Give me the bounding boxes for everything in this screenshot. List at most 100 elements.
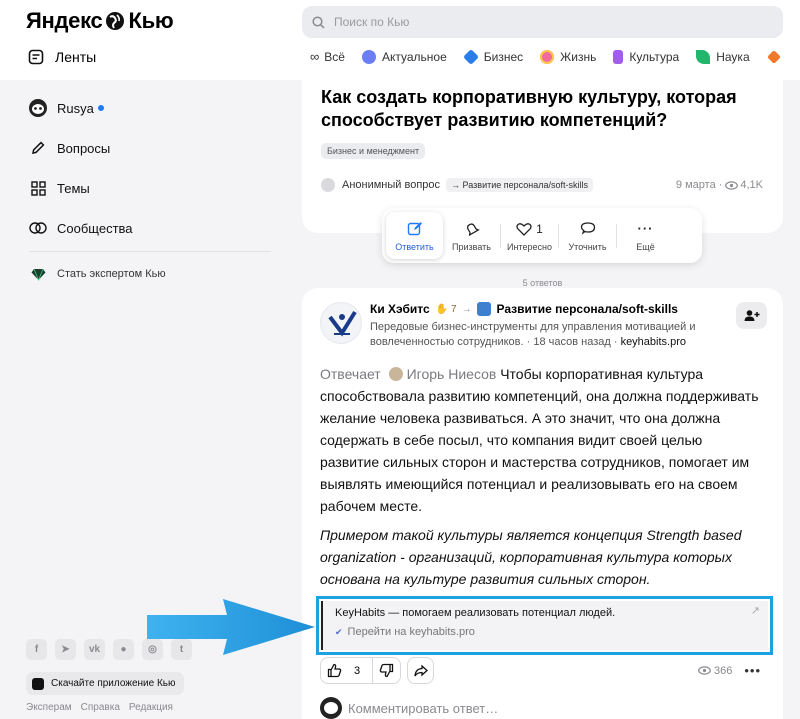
author-site-link[interactable]: keyhabits.pro	[621, 336, 686, 348]
promo-block[interactable]: KeyHabits — помогаем реализовать потенци…	[321, 601, 768, 650]
notification-dot	[97, 105, 104, 111]
become-expert-link[interactable]: Стать экспертом Кью	[29, 265, 166, 283]
question-topic-chip[interactable]: → Развитие персонала/soft-skills	[446, 178, 593, 192]
interesting-count: 1	[536, 221, 543, 236]
sidebar-item-label: Темы	[57, 180, 90, 196]
promo-link[interactable]: ✔ Перейти на keyhabits.pro	[335, 626, 475, 638]
answer-time: · 18 часов назад ·	[526, 336, 618, 348]
user-name: Rusya	[57, 100, 94, 116]
search-bar[interactable]	[302, 6, 783, 38]
question-actions-bar: Ответить Призвать 1 Интересно Уточнить ·…	[382, 208, 702, 263]
footer-link-editorial[interactable]: Редакция	[129, 702, 173, 713]
feed-icon	[28, 49, 44, 65]
add-user-icon	[744, 310, 759, 321]
category-tab-actual[interactable]: Актуальное	[361, 49, 447, 64]
business-icon	[462, 48, 479, 65]
answer-body: Отвечает Игорь Ниесов Чтобы корпоративна…	[320, 363, 760, 517]
anonymous-avatar	[321, 178, 335, 192]
promo-text: KeyHabits — помогаем реализовать потенци…	[335, 607, 616, 619]
vk-icon[interactable]: vk	[84, 639, 105, 660]
like-button[interactable]: 3	[321, 658, 372, 683]
answerer-name[interactable]: Игорь Ниесов	[407, 366, 497, 382]
feeds-link[interactable]: Ленты	[28, 49, 96, 65]
sidebar-item-communities[interactable]: Сообщества	[29, 219, 133, 237]
action-label: Уточнить	[568, 241, 607, 252]
category-tab-business[interactable]: Бизнес	[462, 48, 524, 65]
footer-link-experts[interactable]: Эксперам	[26, 702, 72, 713]
eye-icon	[698, 666, 711, 675]
follow-button[interactable]	[736, 302, 767, 329]
external-arrow-icon: ↗	[750, 605, 760, 617]
author-rating: ✋ 7	[435, 303, 457, 315]
answer-author-name[interactable]: Ки Хэбитс	[370, 302, 430, 316]
search-input[interactable]	[334, 15, 734, 29]
action-label: Ещё	[636, 241, 655, 252]
life-icon	[540, 49, 555, 64]
chat-icon	[580, 220, 596, 238]
author-logo[interactable]	[320, 302, 362, 344]
bell-icon	[464, 220, 480, 238]
answer-views: 366	[713, 664, 733, 677]
summon-button[interactable]: Призвать	[443, 212, 500, 259]
category-tab-culture[interactable]: Культура	[613, 49, 679, 64]
author-rating-value: 7	[450, 303, 457, 315]
answer-author-description: Передовые бизнес-инструменты для управле…	[370, 320, 710, 350]
yandex-q-logo[interactable]: Яндекс Кью	[26, 8, 174, 34]
answer-stats: 366 •••	[698, 663, 761, 678]
answers-count: 5 ответов	[522, 278, 563, 288]
grid-icon	[29, 179, 47, 197]
question-topic: Развитие персонала/soft-skills	[462, 180, 588, 190]
footer-links: Эксперам Справка Редакция	[26, 702, 182, 713]
thumbs-up-icon	[327, 663, 342, 678]
answer-more-icon[interactable]: •••	[744, 663, 761, 678]
category-tab-more[interactable]	[766, 49, 787, 64]
footer-link-help[interactable]: Справка	[81, 702, 120, 713]
answer-topic[interactable]: Развитие персонала/soft-skills	[497, 302, 678, 316]
globe-icon	[106, 12, 125, 30]
question-tag[interactable]: Бизнес и менеджмент	[321, 143, 426, 159]
question-stats: 9 марта · 4,1K	[675, 179, 763, 191]
action-label: Призвать	[452, 241, 491, 252]
share-button[interactable]	[407, 657, 435, 684]
answerer-avatar	[388, 367, 403, 381]
answered-label: Отвечает	[320, 366, 381, 382]
comment-input[interactable]: Комментировать ответ…	[320, 697, 498, 719]
category-tabs: ∞ Всё Актуальное Бизнес Жизнь Культура Н…	[310, 48, 800, 65]
diamond-icon	[29, 265, 47, 283]
share-icon	[413, 664, 428, 676]
action-label: Интересно	[507, 241, 552, 252]
search-icon	[312, 15, 325, 29]
question-date: 9 марта	[675, 179, 716, 191]
sidebar-item-topics[interactable]: Темы	[29, 179, 90, 197]
telegram-icon[interactable]: ➤	[55, 639, 76, 660]
more-button[interactable]: ··· Ещё	[617, 212, 674, 259]
answer-button[interactable]: Ответить	[386, 212, 443, 259]
logo-text-yandex: Яндекс	[26, 8, 103, 33]
infinity-icon: ∞	[310, 49, 320, 64]
category-tab-all[interactable]: ∞ Всё	[310, 49, 345, 64]
science-icon	[696, 49, 711, 64]
question-views: 4,1K	[740, 179, 763, 191]
ok-icon[interactable]: ●	[113, 639, 134, 660]
dislike-button[interactable]	[373, 658, 400, 683]
action-label: Ответить	[395, 241, 434, 252]
promo-block-highlighted: KeyHabits — помогаем реализовать потенци…	[316, 596, 773, 655]
facebook-icon[interactable]: f	[26, 639, 47, 660]
likes-count: 3	[354, 664, 361, 677]
sidebar-item-questions[interactable]: Вопросы	[29, 139, 110, 157]
heart-icon: 1	[516, 220, 543, 238]
top-header: Яндекс Кью Ленты ∞ Всё Актуальное	[0, 0, 800, 80]
comment-placeholder: Комментировать ответ…	[348, 700, 499, 716]
sidebar-profile[interactable]: Rusya	[29, 99, 104, 117]
user-avatar	[29, 99, 47, 117]
interesting-button[interactable]: 1 Интересно	[501, 212, 558, 259]
download-app-button[interactable]: Скачайте приложение Кью	[26, 672, 184, 695]
category-tab-life[interactable]: Жизнь	[540, 49, 596, 64]
answer-text: Чтобы корпоративная культура способствов…	[320, 366, 759, 514]
question-meta: Анонимный вопрос → Развитие персонала/so…	[321, 178, 763, 192]
sidebar-divider	[29, 251, 271, 252]
category-label: Бизнес	[483, 49, 524, 64]
category-tab-science[interactable]: Наука	[696, 49, 750, 64]
clarify-button[interactable]: Уточнить	[559, 212, 616, 259]
checkmark-icon: ✔	[335, 626, 343, 637]
